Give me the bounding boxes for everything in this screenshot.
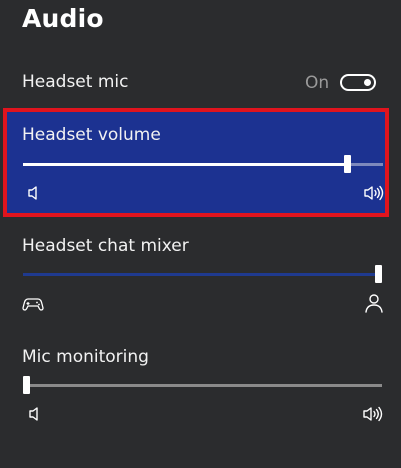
speaker-low-icon bbox=[26, 403, 48, 425]
speaker-high-icon bbox=[362, 403, 384, 425]
toggle-knob bbox=[364, 79, 371, 86]
chat-mixer-slider[interactable] bbox=[23, 265, 382, 283]
headset-volume-fill bbox=[23, 163, 347, 166]
headset-mic-status: On bbox=[305, 73, 330, 93]
speaker-low-icon bbox=[25, 182, 47, 204]
gamepad-icon bbox=[22, 292, 44, 314]
chat-mixer-label: Headset chat mixer bbox=[22, 236, 189, 256]
mic-monitoring-thumb[interactable] bbox=[23, 376, 30, 394]
page-title: Audio bbox=[22, 4, 104, 33]
headset-mic-toggle[interactable] bbox=[340, 74, 376, 91]
person-icon bbox=[363, 292, 385, 314]
headset-volume-slider[interactable] bbox=[23, 155, 383, 173]
headset-mic-label: Headset mic bbox=[22, 72, 129, 92]
headset-volume-label: Headset volume bbox=[22, 125, 161, 145]
chat-mixer-thumb[interactable] bbox=[375, 265, 382, 283]
speaker-high-icon bbox=[363, 182, 385, 204]
headset-volume-thumb[interactable] bbox=[343, 155, 351, 173]
mic-monitoring-label: Mic monitoring bbox=[22, 347, 149, 367]
chat-mixer-fill bbox=[23, 273, 379, 276]
mic-monitoring-slider[interactable] bbox=[23, 376, 382, 394]
headset-volume-panel[interactable]: Headset volume bbox=[3, 108, 389, 217]
